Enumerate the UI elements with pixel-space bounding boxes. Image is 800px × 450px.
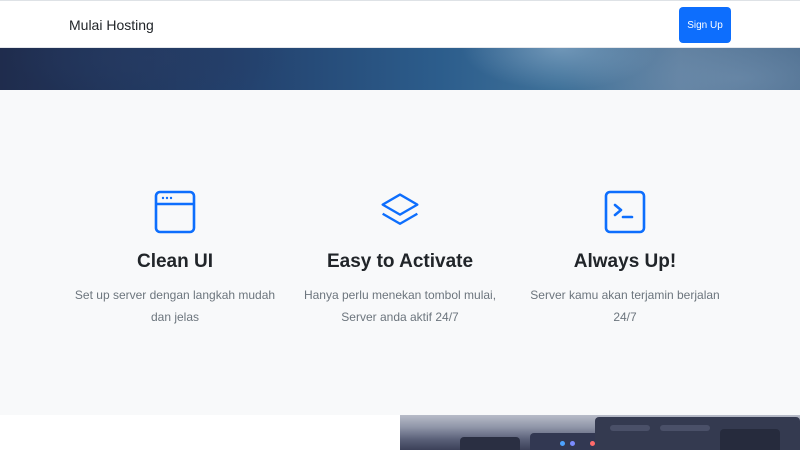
layers-icon xyxy=(379,188,421,234)
feature-description: Hanya perlu menekan tombol mulai, Server… xyxy=(303,288,497,324)
masthead-banner xyxy=(0,48,800,90)
navbar: Mulai Hosting Sign Up xyxy=(0,0,800,48)
feature-title: Easy to Activate xyxy=(326,251,474,272)
feature-description: Server kamu akan terjamin berjalan 24/7 xyxy=(530,288,720,324)
browser-window-icon xyxy=(154,188,196,234)
terminal-icon xyxy=(604,188,646,234)
feature-description: Set up server dengan langkah mudah dan j… xyxy=(74,288,276,324)
feature-title: Clean UI xyxy=(136,251,214,272)
showcase-text-panel xyxy=(0,415,400,450)
feature-title: Always Up! xyxy=(573,251,677,272)
brand-link[interactable]: Mulai Hosting xyxy=(69,17,154,33)
signup-button[interactable]: Sign Up xyxy=(679,7,731,43)
features-section: Clean UI Set up server dengan langkah mu… xyxy=(0,90,800,415)
showcase-image xyxy=(400,415,800,450)
